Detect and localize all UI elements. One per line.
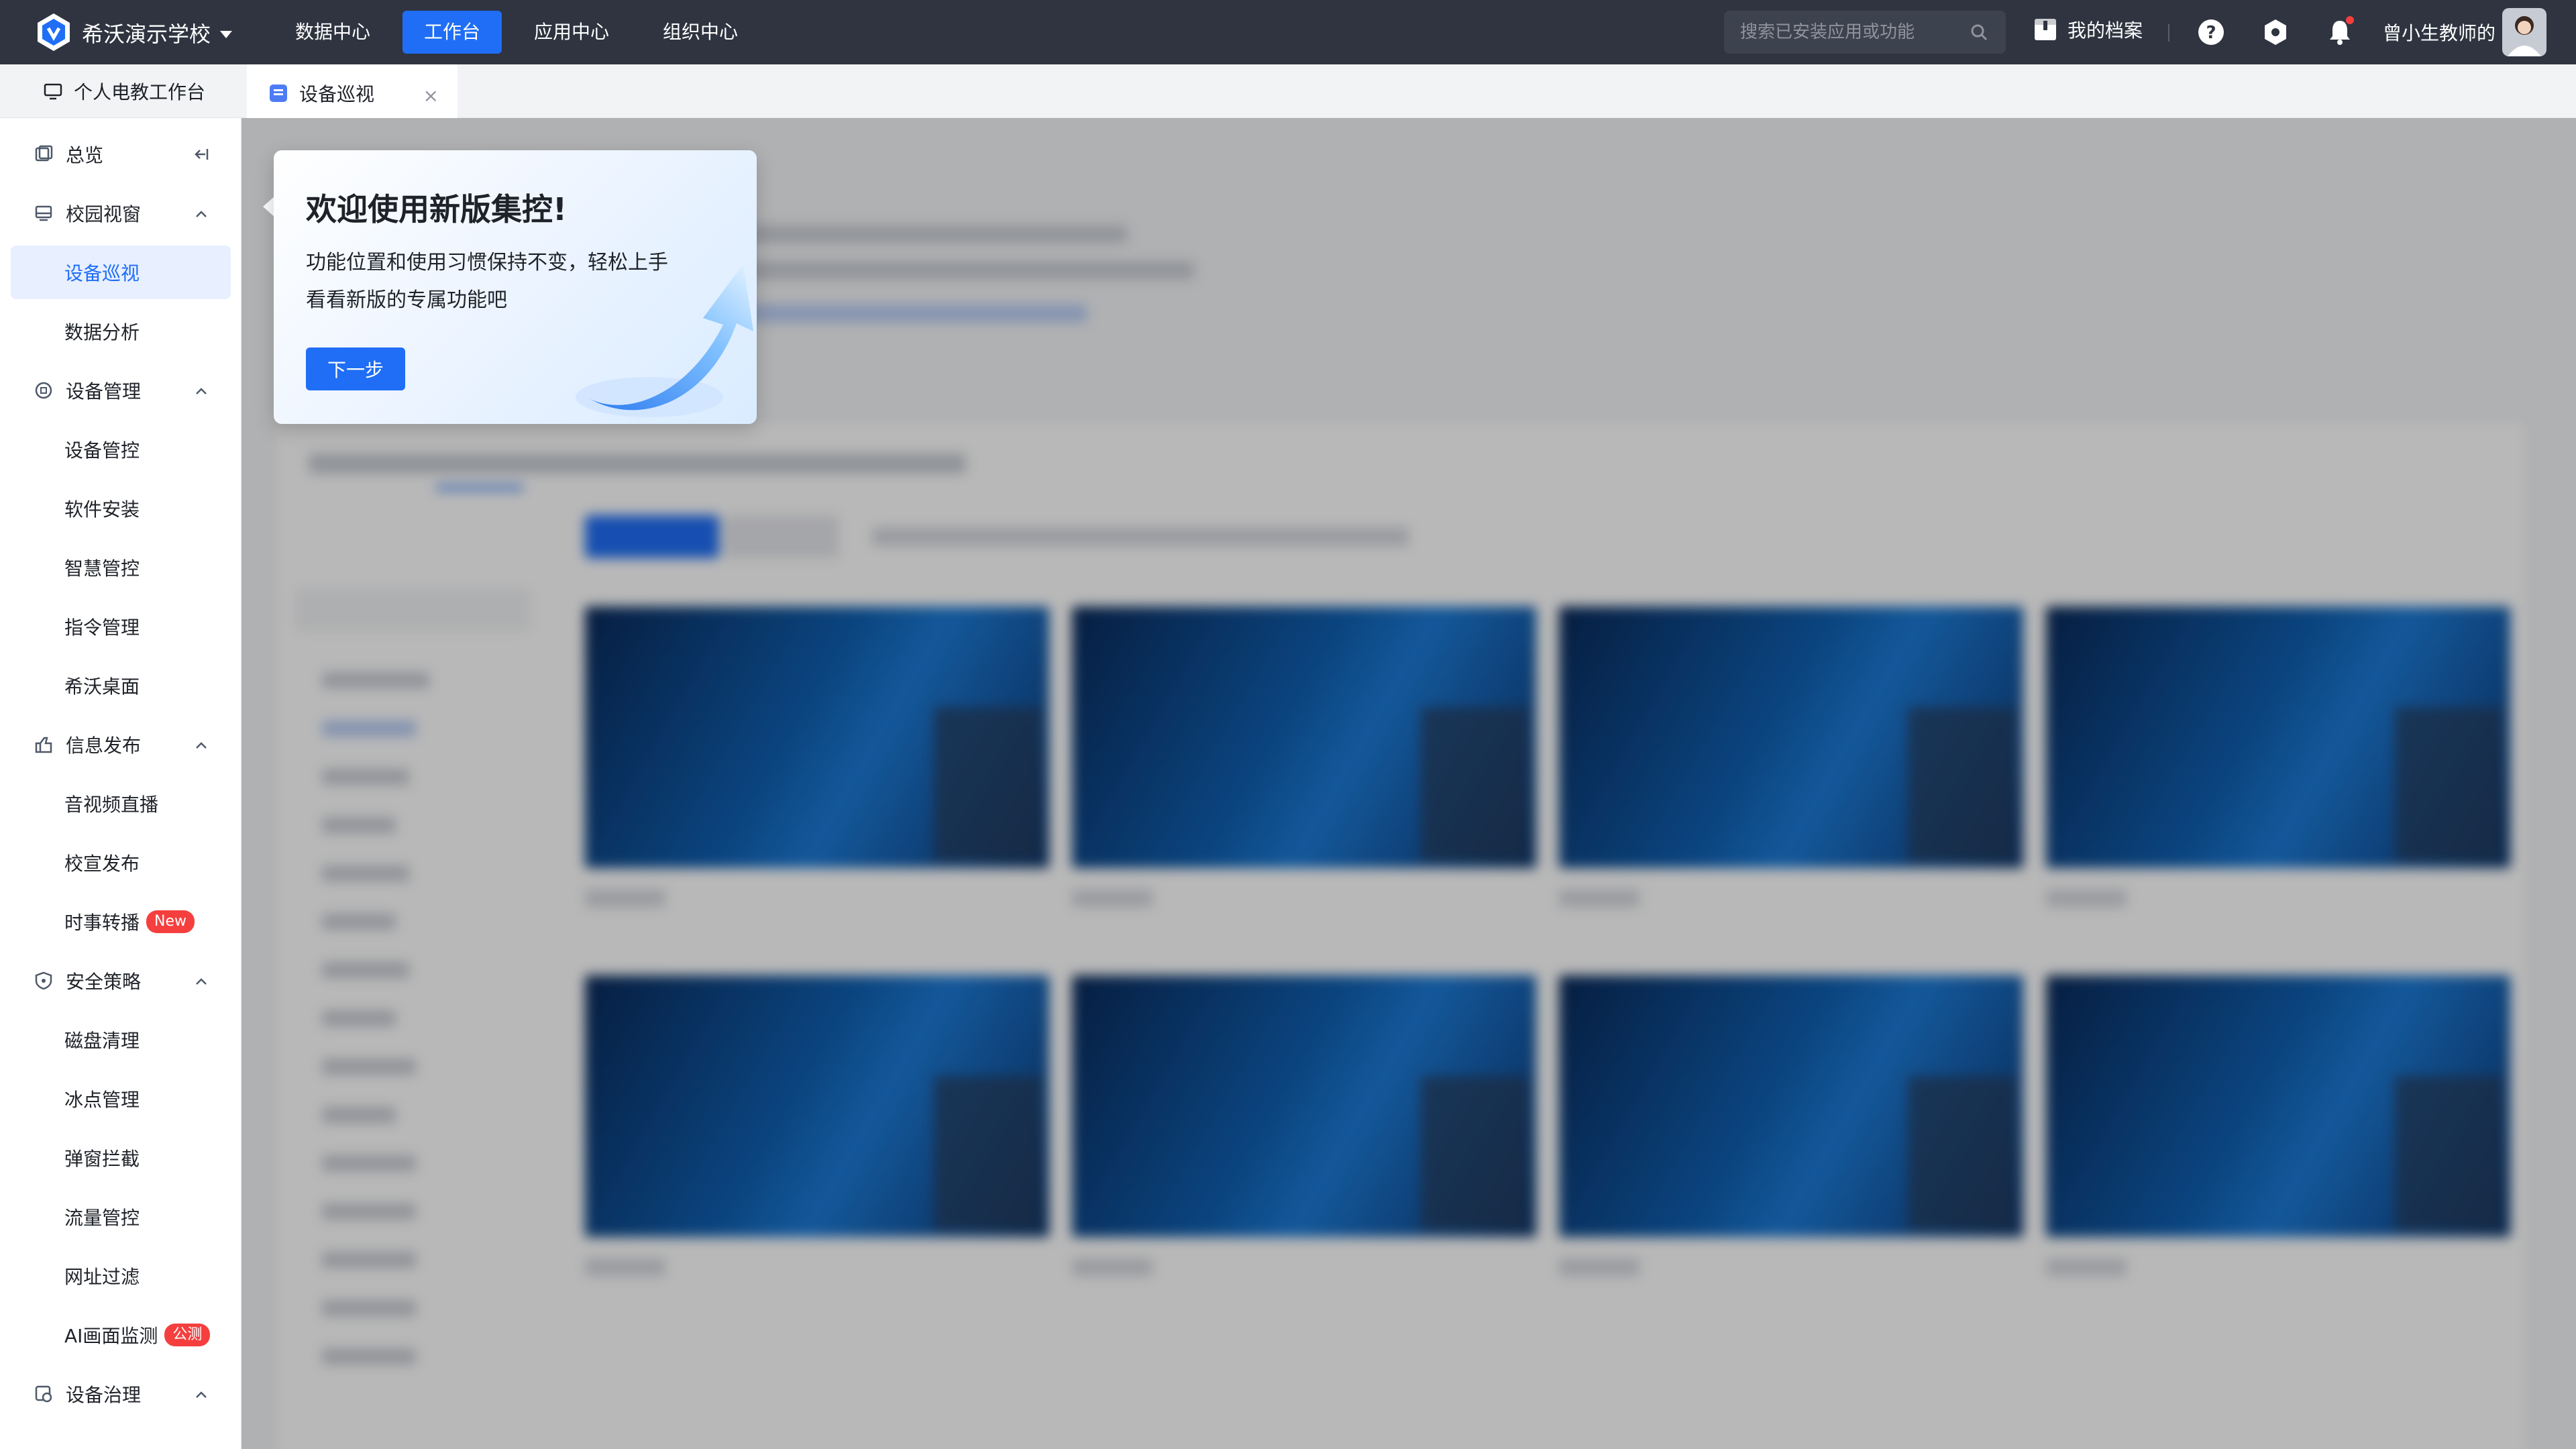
sidebar-item-seewo-desktop[interactable]: 希沃桌面	[0, 659, 241, 712]
sidebar-item-live-stream[interactable]: 音视频直播	[0, 777, 241, 830]
user-name[interactable]: 曾小生教师的	[2383, 19, 2496, 46]
sidebar-group-info-publish[interactable]: 信息发布	[0, 718, 241, 771]
settings-icon[interactable]	[2261, 17, 2290, 47]
sidebar-label: 总览	[66, 144, 104, 166]
sidebar-label: 时事转播	[64, 912, 140, 934]
school-switcher[interactable]: 希沃演示学校	[82, 17, 233, 48]
collapse-sidebar-icon[interactable]	[193, 146, 209, 162]
info-publish-icon	[35, 737, 52, 753]
close-tab-icon[interactable]: ×	[423, 85, 439, 107]
sidebar-label: AI画面监测	[64, 1325, 158, 1347]
caret-down-icon	[220, 30, 233, 38]
sidebar-item-software-install[interactable]: 软件安装	[0, 482, 241, 535]
overview-icon	[35, 145, 53, 162]
sidebar-label: 信息发布	[66, 735, 142, 757]
sidebar-item-url-filter[interactable]: 网址过滤	[0, 1249, 241, 1303]
chevron-up-icon	[196, 211, 207, 217]
sidebar-item-device-control[interactable]: 设备管控	[0, 423, 241, 476]
sidebar: 总览 校园视窗 设备巡视 数据分析 设备管理 设备管控 软件安装 智慧管控 指令…	[0, 118, 241, 1449]
top-nav: 数据中心 工作台 应用中心 组织中心	[274, 11, 770, 54]
nav-org-center[interactable]: 组织中心	[641, 11, 759, 54]
sidebar-label: 设备治理	[66, 1384, 142, 1406]
campus-view-icon	[35, 205, 52, 221]
divider	[2168, 24, 2169, 42]
chevron-up-icon	[196, 388, 207, 394]
tab-device-patrol[interactable]: 设备巡视 ×	[247, 64, 458, 118]
new-badge: New	[146, 910, 195, 933]
sidebar-label: 校园视窗	[66, 203, 142, 225]
sidebar-item-disk-cleanup[interactable]: 磁盘清理	[0, 1013, 241, 1067]
chevron-up-icon	[196, 742, 207, 749]
tab-workbench[interactable]: 个人电教工作台	[43, 64, 205, 118]
beta-badge: 公测	[164, 1324, 211, 1346]
sidebar-group-device-governance[interactable]: 设备治理	[0, 1367, 241, 1421]
top-bar: 希沃演示学校 数据中心 工作台 应用中心 组织中心 我的档案 ? 曾小生教师的	[0, 0, 2576, 64]
sidebar-item-overview[interactable]: 总览	[0, 127, 241, 181]
tab-workbench-label: 个人电教工作台	[74, 81, 206, 103]
school-name: 希沃演示学校	[82, 21, 211, 47]
search-input[interactable]	[1740, 22, 1968, 42]
sidebar-item-device-patrol[interactable]: 设备巡视	[11, 246, 231, 299]
chevron-up-icon	[196, 978, 207, 985]
popover-title: 欢迎使用新版集控!	[306, 191, 567, 227]
sidebar-item-data-analysis[interactable]: 数据分析	[0, 305, 241, 358]
next-step-button[interactable]: 下一步	[306, 347, 405, 390]
nav-data-center[interactable]: 数据中心	[274, 11, 392, 54]
chevron-up-icon	[196, 1391, 207, 1398]
sidebar-group-device-management[interactable]: 设备管理	[0, 364, 241, 417]
my-profile-link[interactable]: 我的档案	[2033, 16, 2143, 43]
profile-file-icon	[2035, 19, 2056, 40]
arrow-illustration-icon	[576, 264, 753, 417]
sidebar-item-news-relay[interactable]: 时事转播 New	[0, 895, 241, 949]
svg-text:?: ?	[2206, 23, 2216, 43]
sidebar-item-command-management[interactable]: 指令管理	[0, 600, 241, 653]
monitor-icon	[44, 83, 62, 100]
sidebar-label: 设备管理	[66, 380, 142, 402]
device-patrol-tab-icon	[270, 85, 287, 102]
sidebar-item-traffic-control[interactable]: 流量管控	[0, 1190, 241, 1244]
nav-workbench[interactable]: 工作台	[402, 11, 502, 54]
shield-icon	[35, 971, 52, 990]
tab-device-patrol-label: 设备巡视	[299, 83, 375, 105]
notification-dot	[2346, 16, 2354, 24]
sidebar-item-ai-monitor[interactable]: AI画面监测 公测	[0, 1308, 241, 1362]
device-management-icon	[35, 382, 52, 399]
search-icon[interactable]	[1968, 21, 1990, 43]
avatar[interactable]	[2502, 8, 2546, 56]
search-box	[1724, 11, 2006, 54]
onboarding-popover: 欢迎使用新版集控! 功能位置和使用习惯保持不变，轻松上手 看看新版的专属功能吧 …	[274, 150, 757, 424]
device-governance-icon	[35, 1385, 52, 1403]
school-logo-icon[interactable]	[32, 11, 75, 54]
sidebar-item-campus-publish[interactable]: 校宣发布	[0, 836, 241, 890]
help-icon[interactable]: ?	[2196, 17, 2226, 47]
nav-app-center[interactable]: 应用中心	[513, 11, 631, 54]
sidebar-group-campus-view[interactable]: 校园视窗	[0, 186, 241, 240]
sidebar-item-freeze-point[interactable]: 冰点管理	[0, 1072, 241, 1126]
sidebar-item-popup-block[interactable]: 弹窗拦截	[0, 1131, 241, 1185]
popover-text-line-2: 看看新版的专属功能吧	[306, 288, 507, 312]
tab-bar: 个人电教工作台 设备巡视 ×	[0, 64, 2576, 118]
sidebar-item-smart-control[interactable]: 智慧管控	[0, 541, 241, 594]
my-profile-label: 我的档案	[2068, 19, 2143, 42]
sidebar-label: 安全策略	[66, 971, 142, 993]
sidebar-group-security-policy[interactable]: 安全策略	[0, 954, 241, 1008]
